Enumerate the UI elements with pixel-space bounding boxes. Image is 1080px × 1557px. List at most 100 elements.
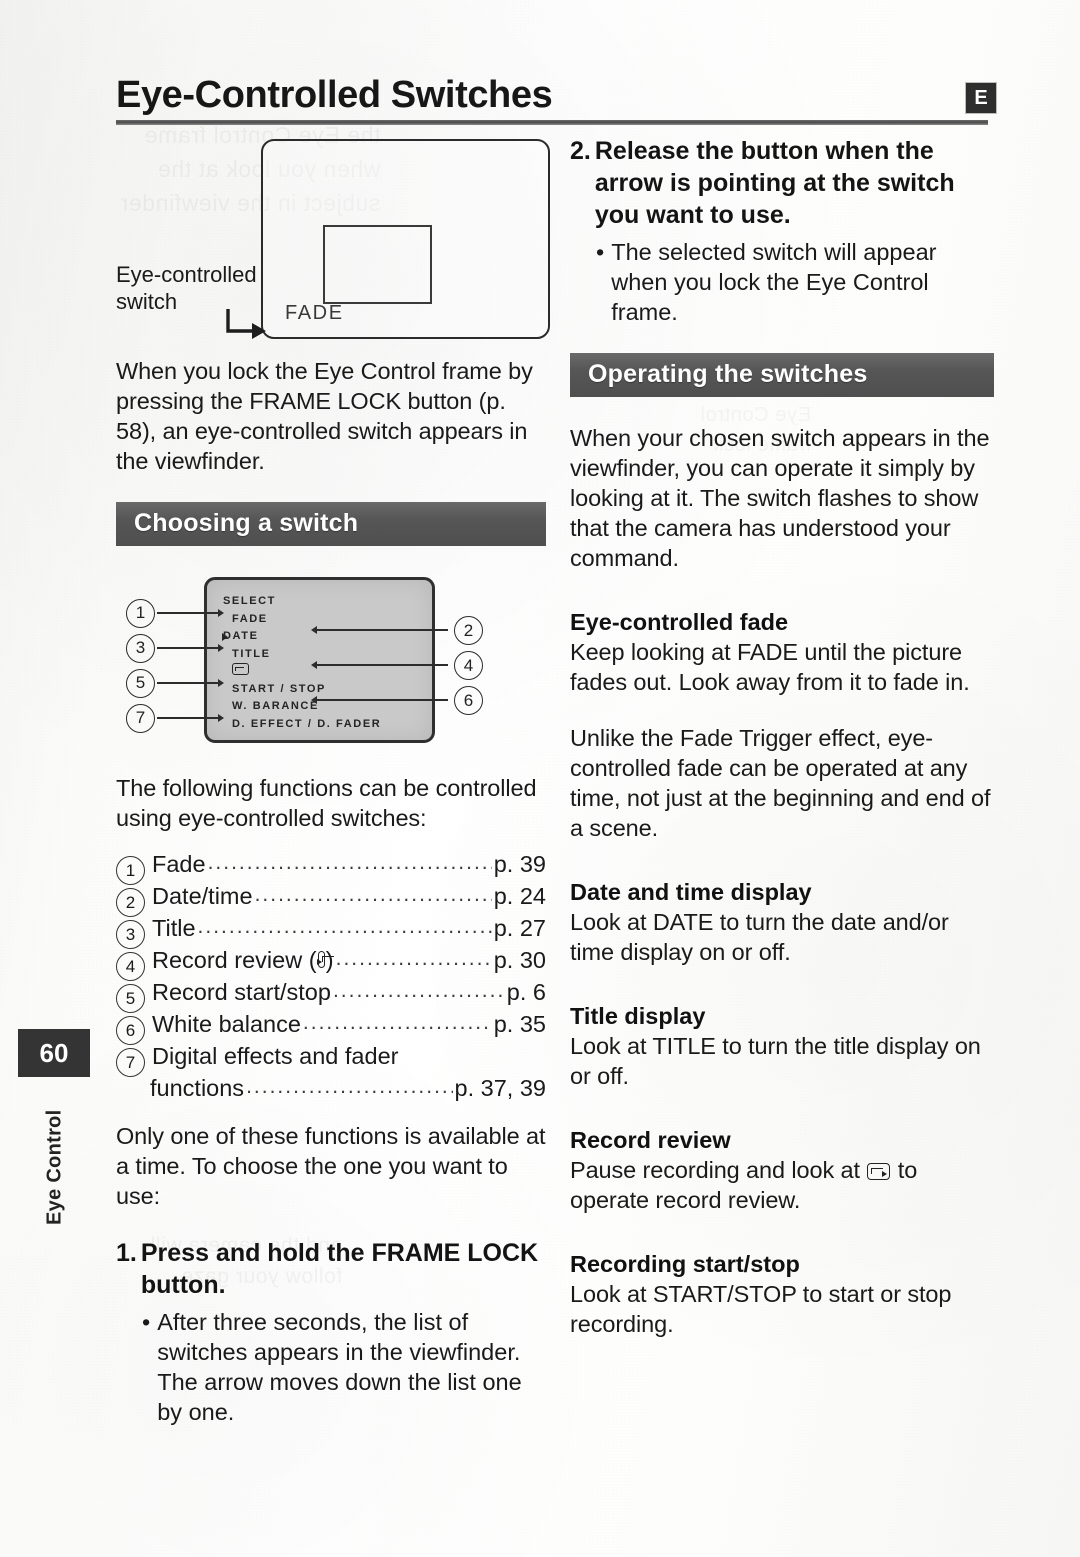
callout-leader-line bbox=[157, 608, 224, 617]
only-one-function-paragraph: Only one of these functions is available… bbox=[116, 1123, 546, 1209]
step-2-text: Release the button when the arrow is poi… bbox=[594, 137, 955, 229]
elbow-arrow-right-icon bbox=[226, 309, 266, 339]
function-list-item: 6 White balance..........................… bbox=[116, 1009, 546, 1045]
callout-number-7: 7 bbox=[126, 703, 155, 733]
left-column: FADE Eye-controlled switch When you lock… bbox=[116, 135, 550, 1427]
dot-leader: ........................................… bbox=[254, 883, 492, 906]
record-review-icon bbox=[316, 951, 335, 968]
function-list-item: 1 Fade...................................… bbox=[116, 849, 546, 885]
dot-leader: ........................................… bbox=[197, 915, 492, 938]
function-page-ref: p. 37, 39 bbox=[454, 1075, 546, 1101]
section-header-operating-the-switches: Operating the switches bbox=[570, 353, 994, 397]
bullet-dot-icon: • bbox=[142, 1309, 151, 1335]
callout-leader-line bbox=[157, 713, 224, 722]
function-label: Record review ( bbox=[152, 947, 317, 973]
topic-spacer bbox=[570, 1215, 994, 1249]
function-number: 1 bbox=[116, 856, 145, 885]
function-number: 3 bbox=[116, 920, 145, 949]
functions-intro-paragraph: The following functions can be controlle… bbox=[116, 775, 537, 831]
menu-row: FADE bbox=[232, 612, 268, 625]
function-page-ref: p. 39 bbox=[493, 851, 546, 877]
record-review-icon bbox=[867, 1163, 891, 1180]
function-label: Date/time bbox=[152, 883, 253, 909]
topic-paragraph: Unlike the Fade Trigger effect, eye-cont… bbox=[570, 725, 991, 841]
function-number: 2 bbox=[116, 888, 145, 917]
topic-spacer bbox=[570, 843, 994, 877]
intro-paragraph: When you lock the Eye Control frame by p… bbox=[116, 358, 533, 474]
function-list-item-continued: functions...............................… bbox=[116, 1073, 546, 1105]
menu-row: D. EFFECT / D. FADER bbox=[232, 717, 382, 730]
dot-leader: ........................................… bbox=[207, 851, 492, 874]
callout-number-3: 3 bbox=[126, 633, 155, 663]
function-list-item: 2 Date/time..............................… bbox=[116, 881, 546, 917]
function-label: Title bbox=[152, 915, 196, 941]
step-1-bullet: • After three seconds, the list of switc… bbox=[116, 1307, 546, 1427]
topic-heading: Recording start/stop bbox=[570, 1251, 800, 1277]
topic-paragraph: Pause recording and look at to operate r… bbox=[570, 1155, 994, 1215]
callout-leader-line bbox=[157, 643, 224, 652]
topic-spacer bbox=[570, 967, 994, 1001]
callout-number-2: 2 bbox=[454, 616, 483, 645]
topic-spacer bbox=[570, 1091, 994, 1125]
chapter-label: Eye Control bbox=[43, 1109, 66, 1225]
function-list-item: 7 Digital effects and fader bbox=[116, 1041, 546, 1077]
operating-paragraph: When your chosen switch appears in the v… bbox=[570, 425, 990, 571]
function-page-ref: p. 24 bbox=[493, 883, 546, 909]
topic-sections: Eye-controlled fade Keep looking at FADE … bbox=[570, 607, 994, 1339]
step-2-number: 2. bbox=[570, 137, 591, 165]
callout-leader-line bbox=[311, 626, 448, 634]
topic-paragraph: Keep looking at FADE until the picture f… bbox=[570, 639, 970, 695]
function-label: Record start/stop bbox=[152, 979, 331, 1005]
step-2-bullet: • The selected switch will appear when y… bbox=[570, 237, 994, 327]
callout-number-1: 1 bbox=[126, 598, 155, 628]
callout-leader-line bbox=[157, 678, 224, 687]
function-number: 5 bbox=[116, 984, 145, 1013]
step-1-number: 1. bbox=[116, 1239, 137, 1267]
eye-control-frame-box bbox=[323, 225, 432, 304]
callout-number-6: 6 bbox=[454, 686, 483, 715]
viewfinder-frame: FADE bbox=[261, 139, 550, 339]
callout-leader-line bbox=[311, 661, 448, 669]
viewfinder-menu-screen: SELECT FADE DATE TITLE START / STOP W. BARANC… bbox=[204, 577, 435, 743]
viewfinder-figure: FADE Eye-controlled switch bbox=[116, 135, 550, 340]
function-page-ref: p. 35 bbox=[493, 1011, 546, 1037]
title-divider bbox=[116, 120, 988, 125]
callout-number-4: 4 bbox=[454, 651, 483, 680]
paragraph-text-before-icon: Pause recording and look at bbox=[570, 1157, 867, 1183]
function-list-item: 4Record review ().......................… bbox=[116, 945, 546, 981]
page-number-tab: 60 bbox=[18, 1029, 90, 1077]
dot-leader: ........................................… bbox=[332, 979, 505, 1002]
menu-row: START / STOP bbox=[232, 682, 326, 695]
function-label: Digital effects and fader bbox=[152, 1043, 399, 1069]
menu-row: TITLE bbox=[232, 647, 271, 660]
step-1: 1. Press and hold the FRAME LOCK button. bbox=[116, 1237, 546, 1301]
topic-heading: Record review bbox=[570, 1127, 731, 1153]
function-number: 4 bbox=[116, 952, 145, 981]
function-label: White balance bbox=[152, 1011, 301, 1037]
function-number: 7 bbox=[116, 1048, 145, 1077]
function-label-continued: functions bbox=[150, 1075, 245, 1101]
function-page-ref: p. 27 bbox=[493, 915, 546, 941]
function-list-item: 5 Record start/stop......................… bbox=[116, 977, 546, 1013]
function-label: Fade bbox=[152, 851, 206, 877]
topic-paragraph: Look at START/STOP to start or stop reco… bbox=[570, 1281, 952, 1337]
switch-menu-list: SELECT FADE DATE TITLE START / STOP W. BARANC… bbox=[221, 593, 382, 733]
step-2: 2. Release the button when the arrow is … bbox=[570, 135, 994, 231]
dot-leader: ........................................… bbox=[302, 1011, 492, 1034]
record-review-icon bbox=[232, 663, 249, 675]
function-list-item: 3 Title..................................… bbox=[116, 913, 546, 949]
topic-heading: Eye-controlled fade bbox=[570, 609, 789, 635]
function-number: 6 bbox=[116, 1016, 145, 1045]
page-title: Eye-Controlled Switches bbox=[116, 74, 553, 116]
step-2-bullet-text: The selected switch will appear when you… bbox=[611, 239, 937, 325]
function-reference-list: 1 Fade...................................… bbox=[116, 849, 546, 1105]
topic-paragraph: Look at DATE to turn the date and/or tim… bbox=[570, 909, 949, 965]
function-page-ref: p. 6 bbox=[506, 979, 546, 1005]
menu-row: SELECT bbox=[223, 595, 276, 607]
right-column: 2. Release the button when the arrow is … bbox=[570, 135, 994, 1339]
function-page-ref: p. 30 bbox=[493, 947, 546, 973]
callout-number-5: 5 bbox=[126, 668, 155, 698]
switch-list-figure: SELECT FADE DATE TITLE START / STOP W. BARANC… bbox=[116, 572, 546, 747]
callout-leader-line bbox=[311, 696, 448, 704]
language-badge: E bbox=[966, 83, 996, 113]
